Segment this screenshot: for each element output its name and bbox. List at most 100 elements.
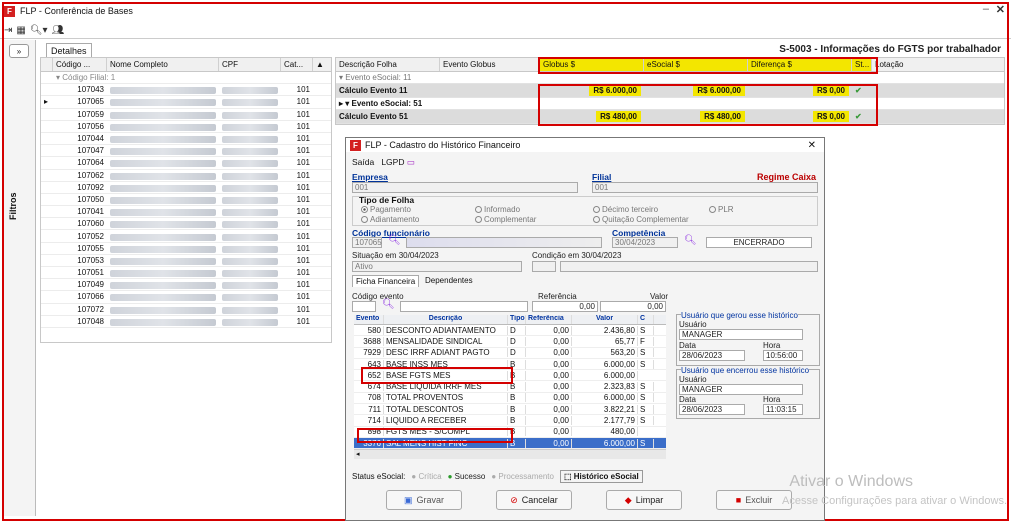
tab-dependentes[interactable]: Dependentes bbox=[422, 275, 476, 286]
cell-tipo: D bbox=[508, 336, 526, 346]
encerrou-data-field[interactable]: 28/06/2023 bbox=[679, 404, 745, 415]
cancelar-button[interactable]: ⊘ Cancelar bbox=[496, 490, 572, 510]
empresa-field[interactable]: 001 bbox=[352, 182, 578, 193]
competencia-field[interactable]: 30/04/2023 bbox=[612, 237, 678, 248]
cell-c: S bbox=[638, 359, 654, 369]
condicao-label: Condição em 30/04/2023 bbox=[532, 251, 622, 260]
cell-valor: 2.177,79 bbox=[572, 416, 638, 426]
tipo-folha-group: Tipo de Folha Pagamento Informado Décimo… bbox=[352, 195, 818, 226]
cell-tipo: B bbox=[508, 404, 526, 414]
cell-referencia: 0,00 bbox=[526, 359, 572, 369]
radio-complementar[interactable]: Complementar bbox=[475, 215, 536, 224]
cell-c: S bbox=[638, 404, 654, 414]
col-evento[interactable]: Evento bbox=[354, 315, 384, 324]
regime-caixa-label: Regime Caixa bbox=[756, 172, 816, 182]
valor-field[interactable]: 0,00 bbox=[600, 301, 666, 312]
radio-adiantamento[interactable]: Adiantamento bbox=[361, 215, 419, 224]
cell-referencia: 0,00 bbox=[526, 416, 572, 426]
referencia-field[interactable]: 0,00 bbox=[532, 301, 598, 312]
cell-referencia: 0,00 bbox=[526, 325, 572, 335]
data-label: Data bbox=[679, 395, 696, 404]
app-logo-icon: F bbox=[350, 139, 361, 151]
status-critica: ● Crítica bbox=[411, 472, 442, 481]
cell-c: S bbox=[638, 438, 654, 448]
status-label: Status eSocial: bbox=[352, 472, 406, 481]
gerou-data-field[interactable]: 28/06/2023 bbox=[679, 350, 745, 361]
cell-descricao: MENSALIDADE SINDICAL bbox=[384, 336, 508, 346]
gerou-hora-field[interactable]: 10:56:00 bbox=[763, 350, 803, 361]
radio-informado[interactable]: Informado bbox=[475, 205, 520, 214]
hora-label: Hora bbox=[763, 341, 781, 350]
excluir-button[interactable]: ■ Excluir bbox=[716, 490, 792, 510]
cell-c: S bbox=[638, 348, 654, 358]
cell-evento: 711 bbox=[354, 404, 384, 414]
tab-ficha-financeira[interactable]: Ficha Financeira bbox=[352, 275, 420, 287]
lgpd-icon[interactable]: ▭ bbox=[407, 157, 415, 167]
limpar-button[interactable]: ◆ Limpar bbox=[606, 490, 682, 510]
gravar-button[interactable]: ▣ Gravar bbox=[386, 490, 462, 510]
situacao-field[interactable]: Ativo bbox=[352, 261, 522, 272]
horizontal-scrollbar[interactable]: ◂ bbox=[354, 449, 666, 460]
radio-decimo[interactable]: Décimo terceiro bbox=[593, 205, 658, 214]
col-valor[interactable]: Valor bbox=[572, 315, 638, 324]
valor-label: Valor bbox=[650, 292, 669, 301]
saida-menu[interactable]: Saída bbox=[352, 157, 374, 167]
cell-evento: 580 bbox=[354, 325, 384, 335]
event-row[interactable]: 7929 DESC IRRF ADIANT PAGTO D 0,00 563,20 S bbox=[354, 347, 666, 359]
cell-evento: 3688 bbox=[354, 336, 384, 346]
hora-label: Hora bbox=[763, 395, 781, 404]
cell-c: F bbox=[638, 336, 654, 346]
usuario-label: Usuário bbox=[679, 375, 707, 384]
cod-func-field[interactable]: 107065 bbox=[352, 237, 382, 248]
cell-evento: 708 bbox=[354, 393, 384, 403]
cell-descricao: DESC IRRF ADIANT PAGTO bbox=[384, 348, 508, 358]
historico-esocial-button[interactable]: ⬚ Histórico eSocial bbox=[559, 470, 643, 483]
event-row[interactable]: 708 TOTAL PROVENTOS B 0,00 6.000,00 S bbox=[354, 392, 666, 405]
cell-tipo: D bbox=[508, 348, 526, 358]
cell-tipo: B bbox=[508, 416, 526, 426]
dialog-title: FLP - Cadastro do Histórico Financeiro bbox=[365, 140, 521, 150]
eraser-icon: ◆ bbox=[624, 494, 632, 505]
encerrou-usuario-field: MANAGER bbox=[679, 384, 803, 395]
dialog-close-button[interactable]: ✕ bbox=[808, 140, 816, 151]
highlight-columns bbox=[538, 57, 878, 74]
search-icon[interactable]: 🔍︎ bbox=[388, 235, 401, 246]
cell-valor: 65,77 bbox=[572, 336, 638, 346]
search-icon[interactable]: 🔍︎ bbox=[684, 235, 697, 246]
col-referencia[interactable]: Referência bbox=[526, 315, 572, 324]
cod-evento-label: Código evento bbox=[352, 292, 404, 301]
radio-quitacao[interactable]: Quitação Complementar bbox=[593, 215, 689, 224]
cod-evento-field[interactable] bbox=[352, 301, 376, 312]
usuario-label: Usuário bbox=[679, 320, 707, 329]
highlight-base-fgts bbox=[361, 367, 513, 384]
radio-plr[interactable]: PLR bbox=[709, 205, 734, 214]
cell-c: S bbox=[638, 416, 654, 426]
data-label: Data bbox=[679, 341, 696, 350]
competencia-status: ENCERRADO bbox=[706, 237, 812, 248]
col-c[interactable]: C bbox=[638, 315, 654, 324]
empresa-label: Empresa bbox=[352, 172, 388, 182]
cell-c: S bbox=[638, 393, 654, 403]
evento-desc-field bbox=[400, 301, 528, 312]
col-tipo[interactable]: Tipo bbox=[508, 315, 526, 324]
cell-referencia: 0,00 bbox=[526, 393, 572, 403]
cell-valor: 480,00 bbox=[572, 427, 638, 437]
search-icon[interactable]: 🔍︎ bbox=[382, 299, 395, 310]
referencia-label: Referência bbox=[538, 292, 577, 301]
cell-descricao: TOTAL DESCONTOS bbox=[384, 404, 508, 414]
lgpd-menu[interactable]: LGPD bbox=[381, 157, 404, 167]
cell-evento: 714 bbox=[354, 416, 384, 426]
condicao-desc-field bbox=[560, 261, 818, 272]
radio-pagamento[interactable]: Pagamento bbox=[361, 205, 411, 214]
filial-field[interactable]: 001 bbox=[592, 182, 818, 193]
encerrou-hora-field[interactable]: 11:03:15 bbox=[763, 404, 803, 415]
events-table-header: Evento Descrição Tipo Referência Valor C bbox=[354, 315, 666, 325]
condicao-field[interactable] bbox=[532, 261, 556, 272]
event-row[interactable]: 714 LIQUIDO A RECEBER B 0,00 2.177,79 S bbox=[354, 415, 666, 427]
dialog-menu: Saída LGPD ▭ bbox=[352, 157, 415, 168]
event-row[interactable]: 3688 MENSALIDADE SINDICAL D 0,00 65,77 F bbox=[354, 336, 666, 348]
event-row[interactable]: 711 TOTAL DESCONTOS B 0,00 3.822,21 S bbox=[354, 404, 666, 416]
event-row[interactable]: 580 DESCONTO ADIANTAMENTO D 0,00 2.436,80 S bbox=[354, 325, 666, 337]
col-descricao[interactable]: Descrição bbox=[384, 315, 508, 324]
windows-activation-subtext: Acesse Configurações para ativar o Windo… bbox=[782, 495, 1007, 507]
